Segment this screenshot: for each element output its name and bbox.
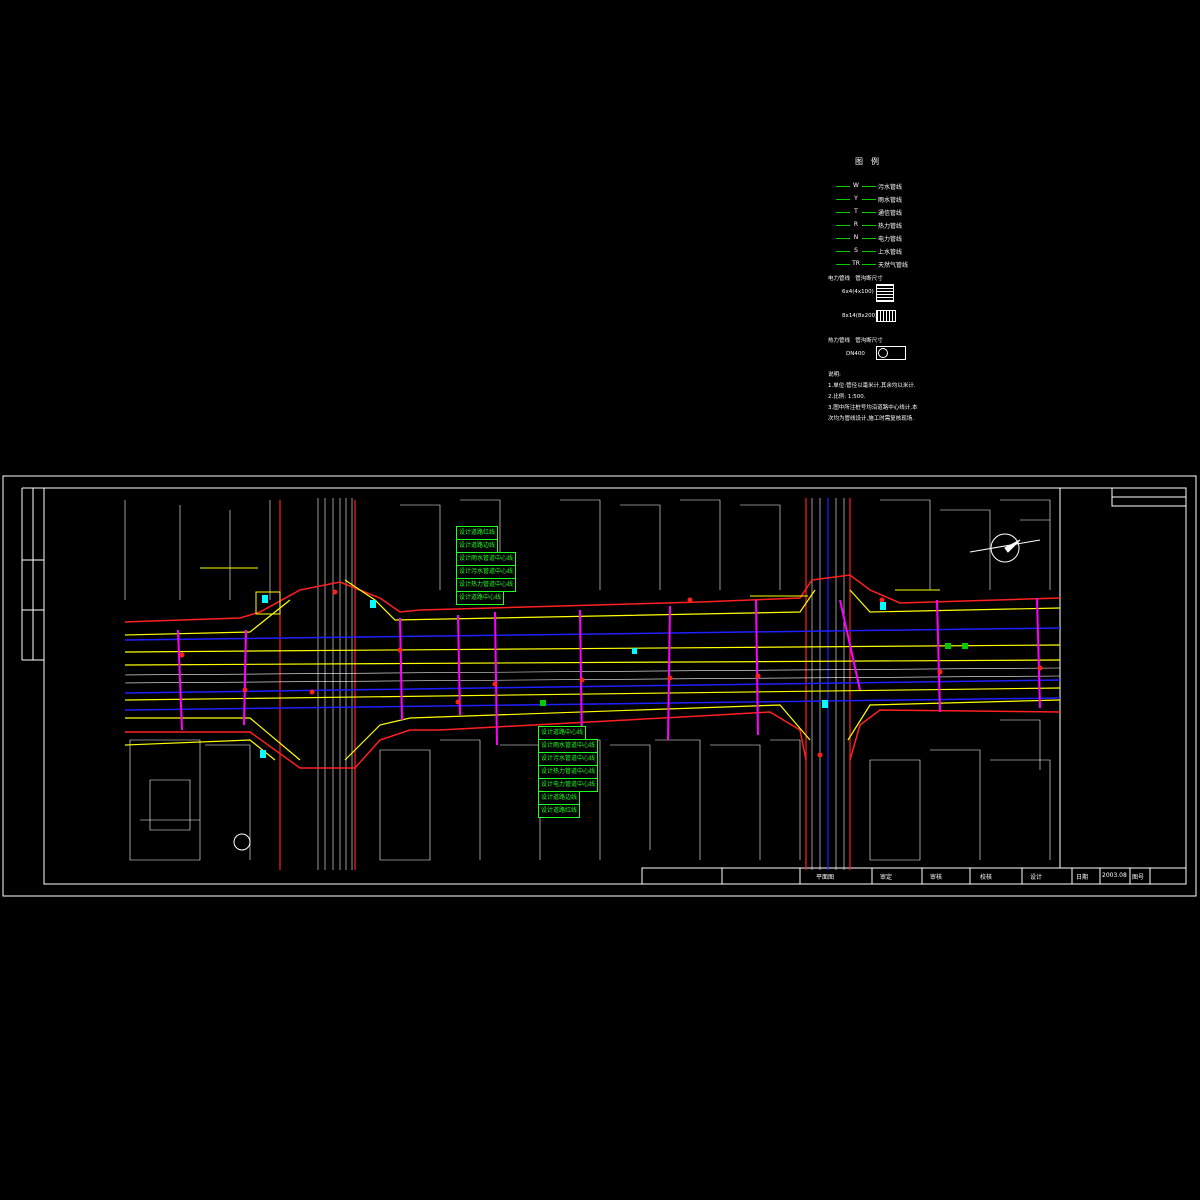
note-line: 1.单位:管径以毫米计,其余均以米计.	[828, 383, 916, 389]
road-yellow-lines	[124, 579, 1061, 761]
heat-header-col1: 热力管线	[828, 338, 851, 344]
green-label: 设计雨水管道中心线	[456, 552, 517, 566]
drawing-no-label: 图号	[1132, 874, 1145, 881]
legend-item: R 热力管线	[836, 221, 916, 231]
legend-item: TR 天然气管线	[836, 260, 916, 270]
legend-code: R	[850, 221, 862, 228]
note-line: 次均为管线设计,施工时需复核现场.	[828, 416, 914, 422]
legend-name: 上水管线	[878, 249, 903, 256]
date-label: 日期	[1076, 874, 1089, 881]
notes-title: 说明:	[828, 372, 841, 378]
power-duct-symbol-2	[876, 310, 896, 322]
legend-code: TR	[850, 260, 862, 267]
cross-pipes	[177, 597, 1041, 749]
design-label: 设计	[1030, 874, 1043, 881]
legend-code: S	[850, 247, 862, 254]
green-label: 设计电力管道中心线	[538, 778, 599, 792]
green-label: 设计污水管道中心线	[456, 565, 517, 579]
green-label: 设计道路边线	[456, 539, 499, 553]
legend-code: W	[850, 182, 862, 189]
legend-item: Y 雨水管线	[836, 195, 916, 205]
green-label: 设计道路中心线	[456, 591, 505, 605]
note-line: 2.比例: 1:500.	[828, 394, 866, 400]
green-label: 设计雨水管道中心线	[538, 739, 599, 753]
legend-name: 热力管线	[878, 223, 903, 230]
legend-code: N	[850, 234, 862, 241]
drawing-name: 平面图	[816, 874, 835, 881]
review-label: 审核	[930, 874, 943, 881]
legend-name: 雨水管线	[878, 197, 903, 204]
power-header-col2: 管沟断尺寸	[855, 276, 883, 282]
buildings	[124, 499, 1051, 861]
approve-label: 审定	[880, 874, 893, 881]
power-header: 电力管线 管沟断尺寸	[828, 274, 883, 282]
power-row-1: 6x4(4x100)	[842, 289, 874, 295]
power-header-col1: 电力管线	[828, 276, 851, 282]
heat-row: DN400	[846, 351, 865, 357]
legend-code: T	[850, 208, 862, 215]
north-arrow	[969, 533, 1041, 563]
legend-item: N 电力管线	[836, 234, 916, 244]
legend-item: W 污水管线	[836, 182, 916, 192]
legend-name: 电力管线	[878, 236, 903, 243]
green-label: 设计热力管道中心线	[456, 578, 517, 592]
heat-duct-symbol	[876, 346, 906, 360]
heat-header: 热力管线 管沟断尺寸	[828, 336, 883, 344]
legend-name: 天然气管线	[878, 262, 909, 269]
check-label: 校核	[980, 874, 993, 881]
legend-item: T 通信管线	[836, 208, 916, 218]
legend-item: S 上水管线	[836, 247, 916, 257]
cross-street-left	[317, 498, 353, 870]
drawing-canvas	[2, 475, 1197, 897]
green-label: 设计污水管道中心线	[538, 752, 599, 766]
heat-header-col2: 管沟断尺寸	[855, 338, 883, 344]
green-label: 设计道路红线	[456, 526, 499, 540]
date-value: 2003.08	[1102, 872, 1127, 879]
green-label: 设计道路中心线	[538, 726, 587, 740]
legend-name: 污水管线	[878, 184, 903, 191]
green-label: 设计道路红线	[538, 804, 581, 818]
power-row-2: 8x14(8x200)	[842, 313, 878, 319]
legend-code: Y	[850, 195, 862, 202]
green-label: 设计热力管道中心线	[538, 765, 599, 779]
power-duct-symbol-1	[876, 284, 894, 302]
note-line: 3.图中所注桩号均沿道路中心线计,本	[828, 405, 918, 411]
legend-title: 图例	[855, 157, 887, 166]
green-label: 设计道路边线	[538, 791, 581, 805]
legend-name: 通信管线	[878, 210, 903, 217]
